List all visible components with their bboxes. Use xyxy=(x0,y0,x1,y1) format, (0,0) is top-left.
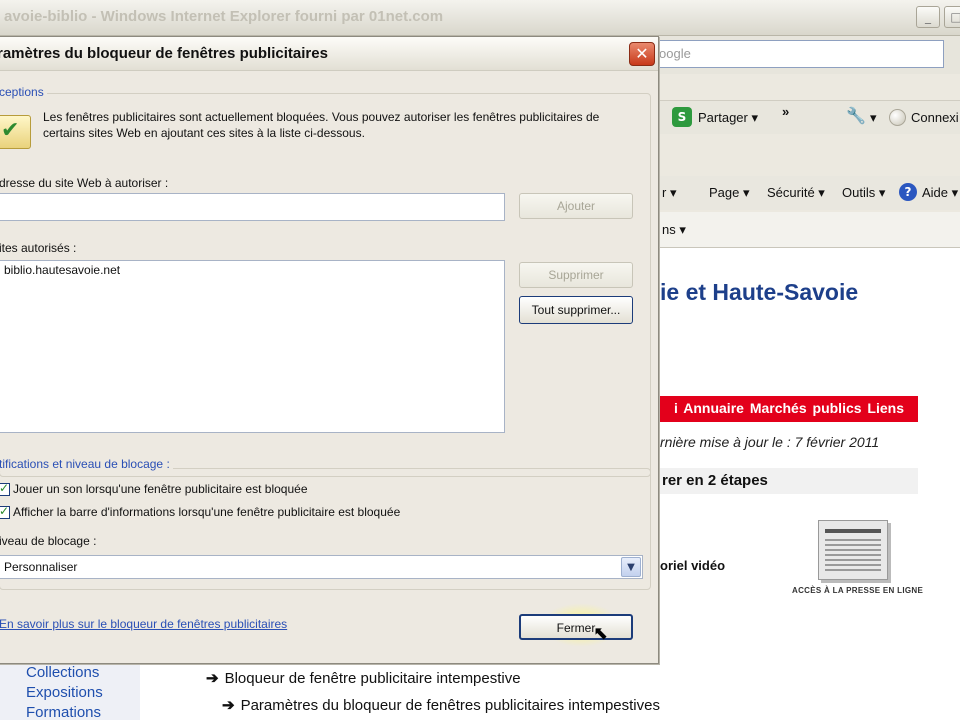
play-sound-checkbox[interactable] xyxy=(0,481,10,496)
site-nav-links[interactable]: i Annuaire Marchés publics Liens xyxy=(674,400,904,416)
cmd-fragment[interactable]: r ▾ xyxy=(662,185,676,201)
wrench-icon[interactable]: 🔧 xyxy=(846,106,866,125)
exceptions-group-label: ceptions xyxy=(0,85,47,99)
presse-link[interactable]: ACCÈS À LA PRESSE EN LIGNE xyxy=(792,586,923,595)
tab-fragment[interactable]: ns ▾ xyxy=(662,222,686,238)
blocking-level-label: iveau de blocage : xyxy=(0,534,97,548)
help-topic-popup-blocker[interactable]: ➔ Bloqueur de fenêtre publicitaire intemp… xyxy=(206,669,521,687)
add-button[interactable]: Ajouter xyxy=(519,193,633,219)
info-bar-label[interactable]: Afficher la barre d'informations lorsqu'… xyxy=(13,505,400,519)
remove-all-button[interactable]: Tout supprimer... xyxy=(519,296,633,324)
site-title: ie et Haute-Savoie xyxy=(660,279,859,305)
help-topic-label: Bloqueur de fenêtre publicitaire intempe… xyxy=(224,670,521,687)
dialog-titlebar: ramètres du bloqueur de fenêtres publici… xyxy=(0,37,658,71)
more-tools-button[interactable]: » xyxy=(782,104,789,119)
maximize-icon[interactable]: □ xyxy=(944,6,960,28)
popup-blocked-icon xyxy=(0,115,31,149)
allowed-sites-list[interactable]: biblio.hautesavoie.net xyxy=(0,260,505,433)
browser-titlebar: avoie-biblio - Windows Internet Explorer… xyxy=(0,0,960,36)
learn-more-link[interactable]: En savoir plus sur le bloqueur de fenêtr… xyxy=(0,617,287,631)
page-menu[interactable]: Page ▾ xyxy=(709,185,750,201)
play-sound-label[interactable]: Jouer un son lorsqu'une fenêtre publicit… xyxy=(13,482,308,496)
video-tutorial-link[interactable]: oriel vidéo xyxy=(660,558,725,573)
wrench-dropdown[interactable]: ▾ xyxy=(870,110,877,126)
connect-icon xyxy=(889,109,906,126)
exceptions-info: Les fenêtres publicitaires sont actuelle… xyxy=(43,110,600,140)
security-menu[interactable]: Sécurité ▾ xyxy=(767,185,825,201)
newspaper-icon[interactable] xyxy=(818,520,888,580)
blocking-level-value: Personnaliser xyxy=(4,560,78,574)
notifications-group-label: tifications et niveau de blocage : xyxy=(0,457,173,471)
info-bar-checkbox[interactable] xyxy=(0,504,10,519)
side-link-formations[interactable]: Formations xyxy=(26,704,101,720)
share-icon: S xyxy=(672,107,692,127)
help-icon: ? xyxy=(899,183,917,201)
last-update: rnière mise à jour le : 7 février 2011 xyxy=(660,434,880,450)
side-link-expositions[interactable]: Expositions xyxy=(26,684,103,701)
search-input[interactable]: oogle xyxy=(640,40,944,68)
list-item[interactable]: biblio.hautesavoie.net xyxy=(4,263,120,277)
help-topic-popup-settings[interactable]: ➔ Paramètres du bloqueur de fenêtres publ… xyxy=(222,696,660,714)
help-menu[interactable]: Aide ▾ xyxy=(922,185,958,201)
close-icon[interactable]: ✕ xyxy=(629,42,655,66)
address-input[interactable] xyxy=(0,193,505,221)
tools-menu[interactable]: Outils ▾ xyxy=(842,185,885,201)
side-link-collections[interactable]: Collections xyxy=(26,664,99,681)
browser-title: avoie-biblio - Windows Internet Explorer… xyxy=(4,8,444,25)
share-button[interactable]: Partager ▾ xyxy=(698,110,758,126)
help-topic-label: Paramètres du bloqueur de fenêtres publi… xyxy=(240,697,660,714)
chevron-down-icon[interactable]: ▼ xyxy=(621,557,641,577)
arrow-icon: ➔ xyxy=(222,697,235,714)
remove-button[interactable]: Supprimer xyxy=(519,262,633,288)
close-button[interactable]: Fermer xyxy=(519,614,633,640)
minimize-icon[interactable]: _ xyxy=(916,6,940,28)
arrow-icon: ➔ xyxy=(206,670,219,687)
dialog-title: ramètres du bloqueur de fenêtres publici… xyxy=(0,45,328,62)
address-label: dresse du site Web à autoriser : xyxy=(0,176,169,190)
mouse-cursor-icon: ⬉ xyxy=(593,623,609,644)
blocking-level-select[interactable]: Personnaliser ▼ xyxy=(0,555,643,579)
popup-blocker-dialog: ramètres du bloqueur de fenêtres publici… xyxy=(0,36,659,664)
allowed-sites-label: ites autorisés : xyxy=(0,241,77,255)
connect-button[interactable]: Connexi xyxy=(911,110,959,125)
steps-heading: rer en 2 étapes xyxy=(662,472,768,489)
